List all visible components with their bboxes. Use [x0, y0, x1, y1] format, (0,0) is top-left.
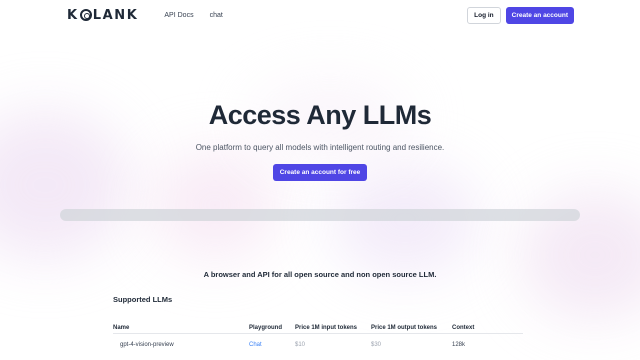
- model-name: gpt-4-vision-preview: [120, 342, 174, 348]
- hero-subtitle: One platform to query all models with in…: [195, 143, 445, 152]
- top-navbar: K LANK API Docs chat Log in Create an acc…: [0, 0, 640, 30]
- create-free-account-button[interactable]: Create an account for free: [272, 164, 368, 181]
- nav-chat[interactable]: chat: [210, 12, 223, 19]
- table-header: Name Playground Price 1M input tokens Pr…: [113, 322, 523, 334]
- hero-section: Access Any LLMs One platform to query al…: [0, 100, 640, 181]
- login-button[interactable]: Log in: [467, 6, 501, 24]
- header-context: Context: [452, 324, 475, 331]
- table-row: gpt-4-vision-preview Chat $10 $30 128k: [113, 334, 523, 356]
- llm-table: Name Playground Price 1M input tokens Pr…: [113, 322, 523, 356]
- nav-api-docs[interactable]: API Docs: [164, 12, 193, 19]
- header-name: Name: [113, 324, 130, 331]
- create-account-button[interactable]: Create an account: [505, 6, 574, 24]
- header-output-price: Price 1M output tokens: [371, 324, 438, 331]
- logo-o-icon: [79, 9, 92, 21]
- main-nav: API Docs chat: [164, 12, 222, 19]
- input-price: $10: [295, 342, 306, 348]
- supported-llms-title: Supported LLMs: [113, 295, 173, 304]
- tagline: A browser and API for all open source an…: [203, 270, 437, 279]
- chat-link[interactable]: Chat: [249, 342, 262, 348]
- header-playground: Playground: [249, 324, 283, 331]
- output-price: $30: [371, 342, 382, 348]
- hero-title: Access Any LLMs: [208, 100, 432, 130]
- placeholder-bar: [60, 209, 580, 221]
- header-input-price: Price 1M input tokens: [295, 324, 358, 331]
- context-size: 128k: [452, 342, 466, 348]
- kolank-logo[interactable]: K LANK: [67, 8, 138, 23]
